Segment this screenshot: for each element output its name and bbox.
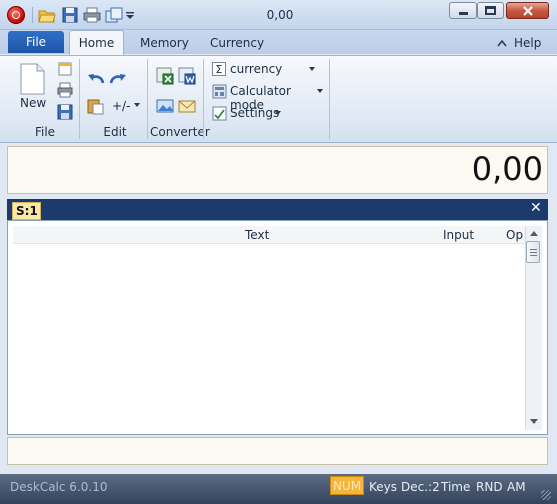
sign-toggle-button[interactable]: +/- (112, 99, 130, 113)
undo-icon[interactable] (87, 72, 105, 84)
tab-help[interactable]: Help (514, 36, 541, 50)
column-header-input[interactable]: Input (443, 228, 474, 242)
group-label-edit: Edit (103, 125, 127, 139)
status-num[interactable]: NUM (330, 476, 364, 495)
image-export-icon[interactable] (156, 97, 174, 115)
group-separator (203, 59, 204, 139)
window-title: 0,00 (266, 8, 294, 22)
separator (32, 7, 33, 23)
resize-grip[interactable] (541, 490, 551, 500)
redo-icon[interactable] (109, 72, 127, 84)
status-keys[interactable]: Keys (369, 480, 397, 494)
tab-memory[interactable]: Memory (140, 36, 189, 50)
open-icon[interactable] (57, 61, 73, 77)
group-label-converter: Converter (150, 125, 210, 139)
document-tab[interactable]: S:1 (12, 202, 41, 220)
app-icon[interactable] (7, 6, 25, 24)
minimize-icon (459, 12, 468, 15)
new-button[interactable] (18, 63, 46, 95)
currency-dropdown[interactable]: Σ currency (212, 62, 320, 80)
status-time[interactable]: Time (441, 480, 470, 494)
scroll-thumb[interactable] (526, 241, 540, 263)
print-icon[interactable] (83, 6, 101, 24)
copy-icon[interactable] (105, 6, 123, 24)
open-icon[interactable] (38, 6, 56, 24)
chevron-down-icon (309, 67, 315, 71)
currency-label: currency (230, 62, 283, 76)
maximize-icon (485, 6, 496, 15)
sigma-icon: Σ (212, 62, 226, 76)
result-display: 0,00 (7, 146, 548, 194)
scroll-up-icon[interactable] (530, 231, 538, 236)
input-line[interactable] (7, 437, 548, 465)
maximize-button[interactable] (477, 2, 504, 19)
save-icon[interactable] (57, 104, 73, 120)
calculator-mode-icon (212, 84, 227, 99)
group-separator (329, 59, 330, 139)
status-rnd[interactable]: RND (476, 480, 503, 494)
close-button[interactable] (506, 2, 549, 19)
settings-dropdown[interactable]: Settings (212, 106, 287, 124)
chevron-up-icon[interactable] (497, 39, 507, 47)
calculator-mode-dropdown[interactable]: Calculator mode (212, 84, 324, 112)
dropdown-icon[interactable] (124, 6, 136, 24)
tape-area[interactable] (7, 220, 548, 435)
group-separator (147, 59, 148, 139)
excel-export-icon[interactable] (156, 67, 174, 85)
group-label-file: File (34, 125, 56, 139)
status-am[interactable]: AM (507, 480, 526, 494)
settings-icon (212, 106, 227, 121)
group-separator (79, 59, 80, 139)
chevron-down-icon[interactable] (134, 103, 140, 107)
version-label: DeskCalc 6.0.10 (10, 480, 108, 494)
chevron-down-icon (275, 111, 281, 115)
scroll-down-icon[interactable] (530, 419, 538, 424)
status-decimals[interactable]: Dec.:2 (401, 480, 440, 494)
new-label: New (20, 96, 47, 110)
print-icon[interactable] (57, 82, 73, 98)
document-tab-bar (7, 199, 548, 220)
sign-toggle-label: +/- (112, 99, 131, 113)
close-document-icon[interactable]: ✕ (530, 200, 542, 216)
column-header-op[interactable]: Op (506, 228, 523, 242)
display-value: 0,00 (471, 150, 543, 188)
settings-label: Settings (230, 106, 280, 120)
tab-currency[interactable]: Currency (210, 36, 264, 50)
paste-icon[interactable] (87, 97, 105, 115)
new-document-icon (20, 63, 45, 95)
tab-file[interactable]: File (8, 31, 64, 53)
chevron-down-icon (317, 89, 323, 93)
save-icon[interactable] (61, 6, 79, 24)
minimize-button[interactable] (449, 2, 477, 19)
column-header-text[interactable]: Text (245, 228, 269, 242)
word-export-icon[interactable] (178, 67, 196, 85)
close-icon (523, 6, 533, 16)
email-icon[interactable] (178, 97, 196, 115)
tab-home[interactable]: Home (69, 30, 124, 56)
